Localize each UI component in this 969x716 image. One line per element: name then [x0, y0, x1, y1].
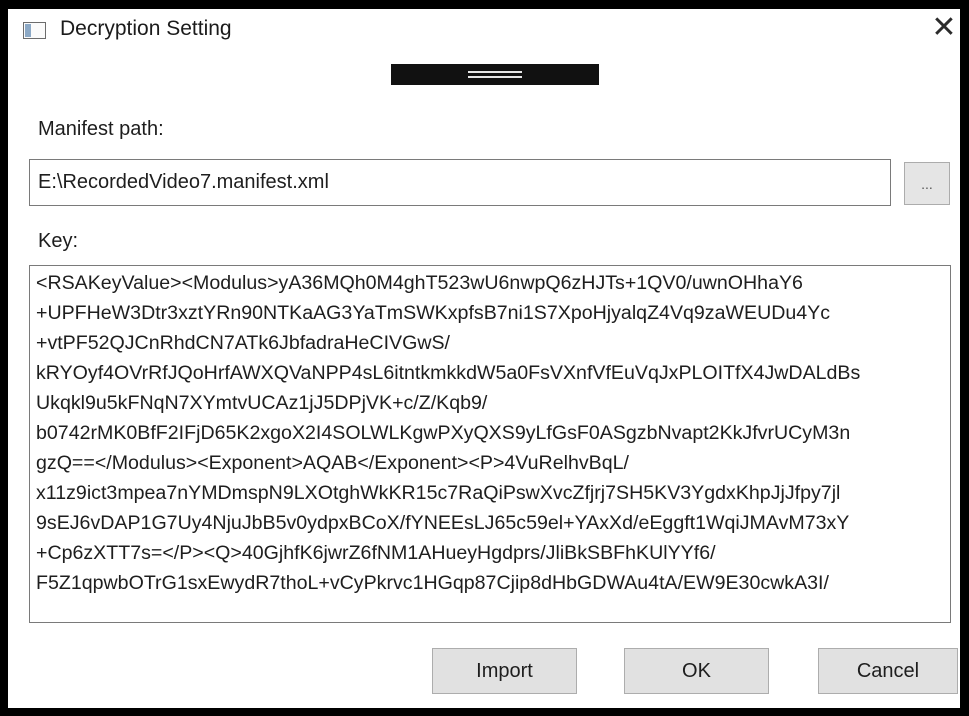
key-text-line: +vtPF52QJCnRhdCN7ATk6JbfadraHeCIVGwS/: [36, 332, 450, 354]
key-label: Key:: [38, 230, 79, 252]
key-textarea[interactable]: <RSAKeyValue><Modulus>yA36MQh0M4ghT523wU…: [29, 265, 951, 623]
close-icon[interactable]: ✕: [931, 13, 957, 45]
ok-button[interactable]: OK: [624, 648, 769, 694]
decryption-setting-dialog: Decryption Setting ✕ Manifest path: E:\R…: [0, 0, 969, 716]
key-text-line: Ukqkl9u5kFNqN7XYmtvUCAz1jJ5DPjVK+c/Z/Kqb…: [36, 392, 488, 414]
key-text-line: x11z9ict3mpea7nYMDmspN9LXOtghWkKR15c7RaQ…: [36, 482, 841, 504]
key-text-line: b0742rMK0BfF2IFjD65K2xgoX2I4SOLWLKgwPXyQ…: [36, 422, 851, 444]
import-button[interactable]: Import: [432, 648, 577, 694]
key-text-line: +UPFHeW3Dtr3xztYRn90NTKaAG3YaTmSWKxpfsB7…: [36, 302, 831, 324]
key-text-line: 9sEJ6vDAP1G7Uy4NjuJbB5v0ydpxBCoX/fYNEEsL…: [36, 512, 850, 534]
manifest-path-label: Manifest path:: [38, 118, 164, 140]
key-text-line: kRYOyf4OVrRfJQoHrfAWXQVaNPP4sL6itntkmkkd…: [36, 362, 861, 384]
grip-line: [468, 71, 522, 73]
title-bar[interactable]: Decryption Setting ✕: [8, 9, 960, 59]
window-app-icon: [23, 22, 46, 39]
cancel-button[interactable]: Cancel: [818, 648, 958, 694]
key-text-line: +Cp6zXTT7s=</P><Q>40GjhfK6jwrZ6fNM1AHuey…: [36, 542, 716, 564]
grip-line: [468, 76, 522, 78]
window-title: Decryption Setting: [60, 17, 232, 40]
drag-handle[interactable]: [391, 64, 599, 85]
browse-button[interactable]: ...: [904, 162, 950, 205]
manifest-path-input[interactable]: E:\RecordedVideo7.manifest.xml: [29, 159, 891, 206]
key-text-line: <RSAKeyValue><Modulus>yA36MQh0M4ghT523wU…: [36, 272, 803, 294]
key-text-line: F5Z1qpwbOTrG1sxEwydR7thoL+vCyPkrvc1HGqp8…: [36, 572, 829, 594]
key-text-line: gzQ==</Modulus><Exponent>AQAB</Exponent>…: [36, 452, 629, 474]
